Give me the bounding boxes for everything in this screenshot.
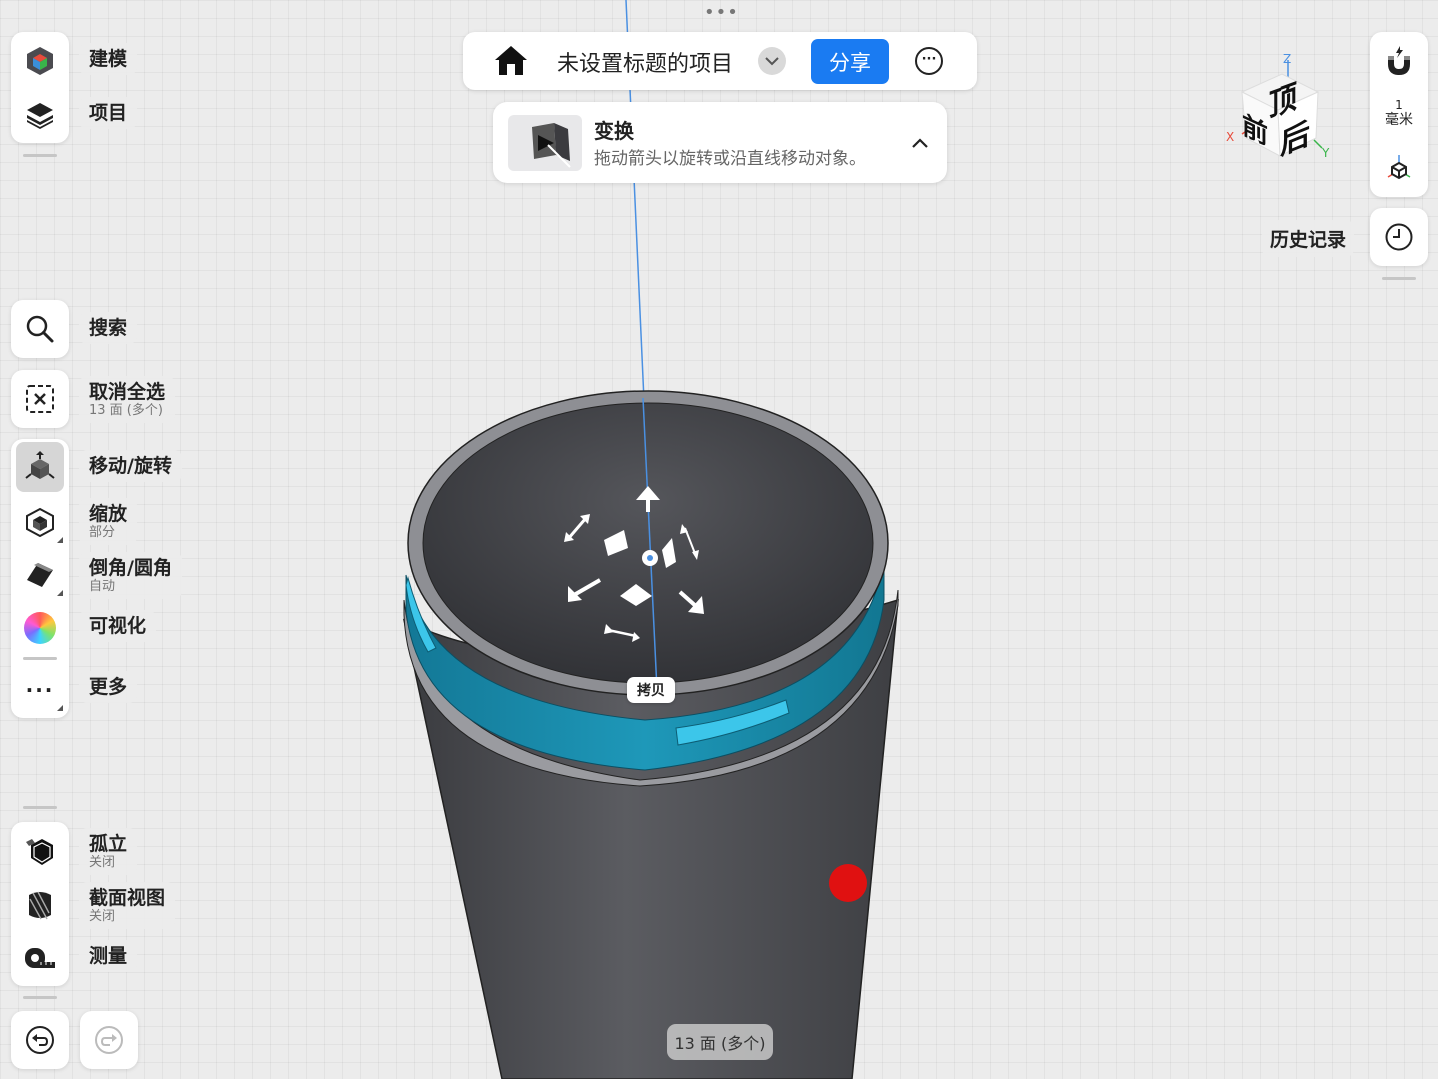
color-wheel-icon <box>24 612 56 644</box>
share-button[interactable]: 分享 <box>811 39 889 84</box>
visualize-button[interactable] <box>11 601 69 655</box>
collapse-hint-button[interactable] <box>909 132 931 154</box>
sidebar-separator-bottom <box>23 996 57 999</box>
ellipsis-icon: ··· <box>921 51 937 67</box>
view-tools-card <box>11 822 69 986</box>
axis-x-label: X <box>1226 130 1235 144</box>
right-separator <box>1382 277 1416 280</box>
search-label: 搜索 <box>79 312 138 344</box>
scale-label: 缩放 部分 <box>79 498 138 545</box>
view-mode-button[interactable] <box>1370 150 1428 186</box>
title-bar: 未设置标题的项目 分享 ··· <box>463 32 977 90</box>
view-cube[interactable]: Z X Y 顶 前 后 <box>1222 52 1342 172</box>
more-button[interactable]: ··· <box>11 663 69 717</box>
measure-label: 测量 <box>79 940 138 972</box>
redo-icon <box>95 1026 123 1054</box>
title-dropdown-button[interactable] <box>758 47 786 75</box>
axis-y-label: Y <box>1322 146 1330 160</box>
tools-card: ··· <box>11 439 69 718</box>
deselect-all-button[interactable] <box>11 372 69 426</box>
transform-description: 拖动箭头以旋转或沿直线移动对象。 <box>594 149 866 169</box>
drag-handle-dots-icon[interactable]: ••• <box>704 4 738 22</box>
clock-icon <box>1385 223 1413 251</box>
more-dots-icon: ··· <box>25 678 55 702</box>
isolate-label: 孤立 关闭 <box>79 828 138 875</box>
deselect-label: 取消全选 13 面 (多个) <box>79 376 176 423</box>
home-button[interactable] <box>493 43 529 79</box>
sidebar-separator <box>23 154 57 157</box>
chamfer-fillet-icon <box>27 563 53 587</box>
deselect-icon <box>26 385 54 413</box>
transform-title: 变换 <box>594 119 634 143</box>
selection-status: 13 面 (多个) <box>667 1024 773 1060</box>
grid-size-unit: 毫米 <box>1385 112 1413 128</box>
more-options-button[interactable]: ··· <box>915 47 943 75</box>
history-button[interactable] <box>1370 208 1428 266</box>
transform-hint-card[interactable]: 变换 拖动箭头以旋转或沿直线移动对象。 <box>493 102 947 183</box>
red-marker-dot[interactable] <box>829 864 867 902</box>
project-button[interactable] <box>11 88 69 142</box>
axis-y-line <box>1313 139 1323 149</box>
section-view-icon <box>29 891 51 920</box>
grid-size-button[interactable]: 1 毫米 <box>1370 98 1428 132</box>
right-tool-card: 1 毫米 <box>1370 32 1428 197</box>
modeling-button[interactable] <box>11 34 69 88</box>
measure-button[interactable] <box>11 931 69 985</box>
layers-icon <box>27 103 53 129</box>
home-icon <box>495 46 527 75</box>
sidebar-separator-lower <box>23 806 57 809</box>
scale-options-indicator <box>57 537 63 543</box>
scale-button[interactable] <box>11 495 69 549</box>
visualize-label: 可视化 <box>79 610 157 642</box>
more-label: 更多 <box>79 671 138 703</box>
chamfer-options-indicator <box>57 590 63 596</box>
modeling-label: 建模 <box>79 43 138 75</box>
transform-preview-icon <box>532 123 571 168</box>
undo-button[interactable] <box>11 1011 69 1069</box>
undo-icon <box>26 1026 54 1054</box>
chevron-down-icon <box>765 57 779 66</box>
history-label: 历史记录 <box>1262 220 1355 257</box>
search-icon <box>26 315 54 343</box>
transform-thumbnail <box>508 115 582 171</box>
chamfer-fillet-label: 倒角/圆角 自动 <box>79 552 182 599</box>
tools-separator <box>23 657 57 660</box>
axes-cube-icon <box>1387 155 1411 180</box>
snap-button[interactable] <box>1370 42 1428 82</box>
move-rotate-button[interactable] <box>16 442 64 492</box>
sidebar-top-card <box>11 32 69 143</box>
copy-label[interactable]: 拷贝 <box>627 677 675 703</box>
grid-size-value: 1 <box>1395 98 1403 112</box>
isolate-hexagon-icon <box>26 839 53 865</box>
scale-icon <box>26 507 54 537</box>
redo-button[interactable] <box>80 1011 138 1069</box>
search-button[interactable] <box>11 302 69 356</box>
modeling-cube-icon <box>27 47 53 75</box>
gizmo-center-dot <box>647 555 653 561</box>
move-rotate-label: 移动/旋转 <box>79 450 182 482</box>
magnet-icon <box>1388 46 1410 75</box>
search-card <box>11 300 69 358</box>
section-view-button[interactable] <box>11 878 69 932</box>
more-options-indicator <box>57 705 63 711</box>
section-view-label: 截面视图 关闭 <box>79 882 176 929</box>
project-title[interactable]: 未设置标题的项目 <box>557 46 733 78</box>
isolate-button[interactable] <box>11 825 69 879</box>
measure-tape-icon <box>25 948 55 968</box>
deselect-card <box>11 370 69 428</box>
project-label: 项目 <box>79 97 138 129</box>
chamfer-fillet-button[interactable] <box>11 548 69 602</box>
cylinder-inner-cavity[interactable] <box>422 402 874 684</box>
move-rotate-icon <box>25 451 55 479</box>
chevron-up-icon <box>912 138 928 148</box>
axis-z-label: Z <box>1283 52 1292 66</box>
